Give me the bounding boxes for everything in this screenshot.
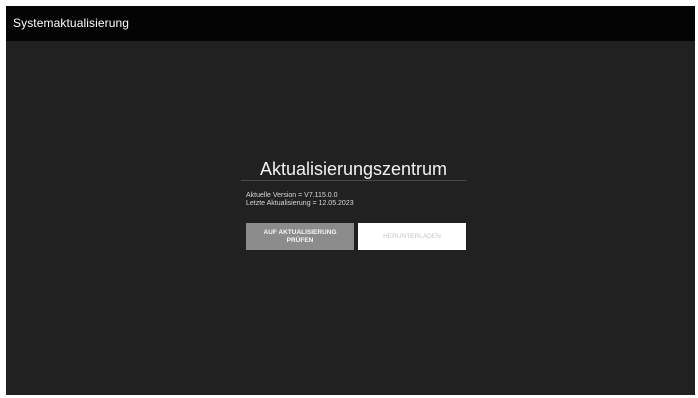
check-for-update-button[interactable]: AUF AKTUALISIERUNG PRÜFEN xyxy=(246,223,354,250)
last-update-text: Letzte Aktualisierung = 12.05.2023 xyxy=(246,200,354,207)
system-update-screen: Systemaktualisierung Aktualisierungszent… xyxy=(6,6,695,395)
current-version-text: Aktuelle Version = V7.115.0.0 xyxy=(246,192,338,199)
heading-divider xyxy=(241,180,466,181)
title-bar: Systemaktualisierung xyxy=(6,6,695,41)
download-button[interactable]: HERUNTERLADEN xyxy=(358,223,466,250)
screen-title: Systemaktualisierung xyxy=(13,16,130,30)
update-center-heading: Aktualisierungszentrum xyxy=(259,159,448,179)
